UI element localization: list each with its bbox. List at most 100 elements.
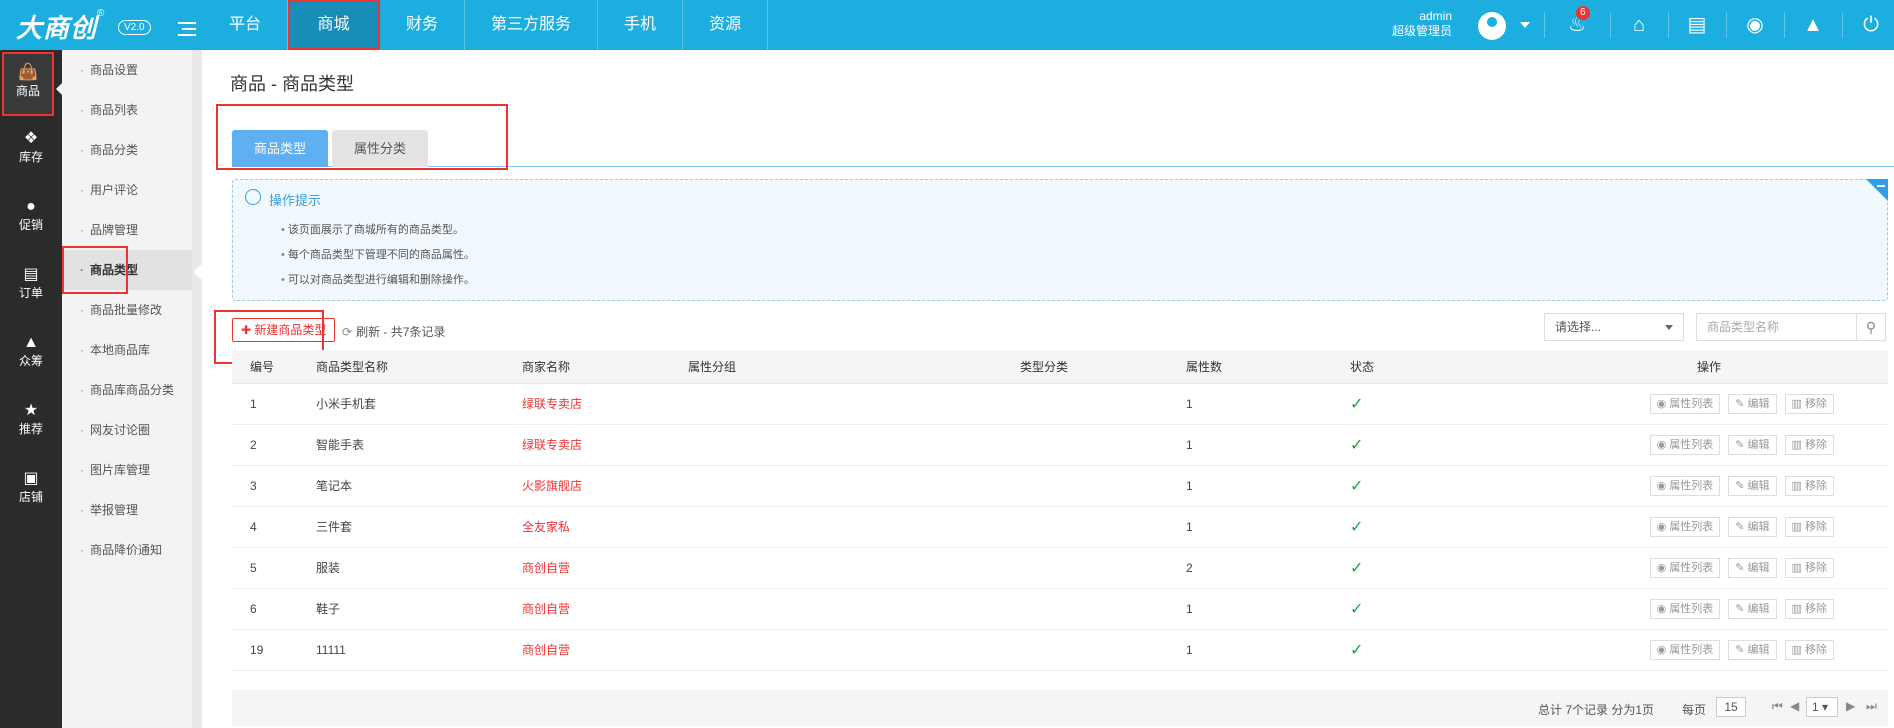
palette-icon[interactable]: ◉ [1742, 12, 1768, 38]
cell-actions: ◉ 属性列表 ✎ 编辑 ▥ 移除 [1530, 465, 1888, 507]
edit-button[interactable]: ✎ 编辑 [1728, 557, 1777, 578]
attribute-list-button[interactable]: ◉ 属性列表 [1649, 557, 1721, 578]
cell-shop-link[interactable]: 绿联专卖店 [522, 424, 688, 466]
top-nav-resources[interactable]: 资源 [683, 0, 769, 50]
cell-shop-link[interactable]: 全友家私 [522, 506, 688, 548]
cell-shop-link[interactable]: 火影旗舰店 [522, 465, 688, 507]
sidebar-item-library-category[interactable]: 商品库商品分类 [62, 370, 202, 410]
per-page-input[interactable]: 15 [1716, 697, 1746, 717]
logo[interactable]: 大商创® [16, 8, 105, 45]
highlight-box [216, 104, 508, 170]
page-select[interactable]: 1 ▾ [1806, 697, 1838, 717]
top-nav-mall[interactable]: 商城 [288, 0, 381, 50]
sidebar-item-local-library[interactable]: 本地商品库 [62, 330, 202, 370]
top-nav-third-party[interactable]: 第三方服务 [465, 0, 599, 50]
cell-shop-link[interactable]: 绿联专卖店 [522, 383, 688, 425]
version-badge: V2.0 [118, 20, 151, 35]
cell-id: 6 [232, 588, 316, 630]
remove-button[interactable]: ▥ 移除 [1784, 639, 1834, 660]
sidebar-item-goods-type[interactable]: 商品类型 [62, 246, 202, 294]
attribute-list-button[interactable]: ◉ 属性列表 [1649, 598, 1721, 619]
top-nav-finance[interactable]: 财务 [380, 0, 466, 50]
sidebar-item-goods-category[interactable]: 商品分类 [62, 130, 202, 170]
left-nav-promotion[interactable]: ● 促销 [0, 186, 62, 250]
prev-page-icon[interactable]: ◀ [1790, 699, 1799, 713]
attribute-list-button[interactable]: ◉ 属性列表 [1649, 393, 1721, 414]
sidebar-item-brand[interactable]: 品牌管理 [62, 210, 202, 250]
check-icon[interactable]: ✓ [1350, 478, 1363, 495]
last-page-icon[interactable]: ⏭ [1866, 699, 1877, 714]
edit-button[interactable]: ✎ 编辑 [1728, 639, 1777, 660]
check-icon[interactable]: ✓ [1350, 601, 1363, 618]
sidebar-item-batch-edit[interactable]: 商品批量修改 [62, 290, 202, 330]
check-icon[interactable]: ✓ [1350, 642, 1363, 659]
sidebar-item-discussion[interactable]: 网友讨论圈 [62, 410, 202, 450]
cell-type-category [1020, 424, 1186, 466]
remove-button[interactable]: ▥ 移除 [1784, 557, 1834, 578]
left-nav-orders[interactable]: ▤ 订单 [0, 254, 62, 318]
left-nav-store[interactable]: ▣ 店铺 [0, 458, 62, 522]
sidebar-gutter [192, 50, 202, 728]
search-input[interactable]: 商品类型名称 [1696, 313, 1858, 341]
check-icon[interactable]: ✓ [1350, 560, 1363, 577]
cell-shop-link[interactable]: 商创自营 [522, 588, 688, 630]
store-icon: ▣ [23, 470, 39, 487]
collapse-icon[interactable] [1866, 179, 1888, 201]
sidebar-item-gallery[interactable]: 图片库管理 [62, 450, 202, 490]
sidebar-item-goods-list[interactable]: 商品列表 [62, 90, 202, 130]
cell-shop-link[interactable]: 商创自营 [522, 547, 688, 589]
check-icon[interactable]: ✓ [1350, 519, 1363, 536]
table-row: 3 笔记本 火影旗舰店 1 ✓ ◉ 属性列表 ✎ 编辑 ▥ 移除 [232, 465, 1888, 507]
remove-button[interactable]: ▥ 移除 [1784, 393, 1834, 414]
check-icon[interactable]: ✓ [1350, 396, 1363, 413]
home-icon[interactable]: ⌂ [1626, 12, 1652, 38]
edit-button[interactable]: ✎ 编辑 [1728, 516, 1777, 537]
attribute-list-button[interactable]: ◉ 属性列表 [1649, 516, 1721, 537]
sidebar-item-goods-settings[interactable]: 商品设置 [62, 50, 202, 90]
attribute-list-button[interactable]: ◉ 属性列表 [1649, 475, 1721, 496]
chevron-down-icon[interactable] [1520, 22, 1530, 28]
sidebar-item-user-comments[interactable]: 用户评论 [62, 170, 202, 210]
remove-button[interactable]: ▥ 移除 [1784, 598, 1834, 619]
cell-shop-link[interactable]: 商创自营 [522, 629, 688, 671]
left-nav-goods[interactable]: 👜 商品 [2, 52, 54, 116]
user-info[interactable]: admin 超级管理员 [1392, 9, 1452, 39]
menu-toggle-icon[interactable] [178, 22, 196, 36]
cell-name: 服装 [316, 547, 522, 589]
sidebar-item-report[interactable]: 举报管理 [62, 490, 202, 530]
attribute-list-button[interactable]: ◉ 属性列表 [1649, 639, 1721, 660]
col-header-type-category: 类型分类 [1020, 350, 1186, 384]
broom-icon[interactable]: ▲ [1800, 12, 1826, 38]
power-icon[interactable]: ⏻ [1858, 12, 1884, 38]
edit-icon: ✎ [1735, 602, 1748, 615]
refresh-button[interactable]: ⟳ 刷新 - 共7条记录 [342, 323, 445, 340]
top-nav-mobile[interactable]: 手机 [598, 0, 684, 50]
attribute-list-button[interactable]: ◉ 属性列表 [1649, 434, 1721, 455]
filter-select[interactable]: 请选择... [1544, 313, 1684, 341]
cell-actions: ◉ 属性列表 ✎ 编辑 ▥ 移除 [1530, 383, 1888, 425]
remove-button[interactable]: ▥ 移除 [1784, 475, 1834, 496]
sidebar-item-price-drop[interactable]: 商品降价通知 [62, 530, 202, 570]
avatar[interactable] [1478, 12, 1506, 40]
left-nav-stock[interactable]: ❖ 库存 [0, 118, 62, 182]
edit-button[interactable]: ✎ 编辑 [1728, 475, 1777, 496]
edit-button[interactable]: ✎ 编辑 [1728, 598, 1777, 619]
trash-icon: ▥ [1791, 479, 1805, 492]
table-row: 5 服装 商创自营 2 ✓ ◉ 属性列表 ✎ 编辑 ▥ 移除 [232, 547, 1888, 589]
search-icon[interactable]: ⚲ [1856, 313, 1886, 341]
next-page-icon[interactable]: ▶ [1846, 699, 1855, 713]
highlight-box [62, 246, 128, 294]
edit-button[interactable]: ✎ 编辑 [1728, 434, 1777, 455]
first-page-icon[interactable]: ⏮ [1772, 699, 1783, 714]
left-nav-crowdfunding[interactable]: ▲ 众筹 [0, 322, 62, 386]
remove-button[interactable]: ▥ 移除 [1784, 516, 1834, 537]
top-nav: 平台 商城 财务 第三方服务 手机 资源 [203, 0, 769, 50]
check-icon[interactable]: ✓ [1350, 437, 1363, 454]
cell-attr-count: 1 [1186, 383, 1350, 425]
remove-button[interactable]: ▥ 移除 [1784, 434, 1834, 455]
user-role: 超级管理员 [1392, 24, 1453, 38]
top-nav-platform[interactable]: 平台 [203, 0, 289, 50]
sitemap-icon[interactable]: ▤ [1684, 12, 1710, 38]
edit-button[interactable]: ✎ 编辑 [1728, 393, 1777, 414]
left-nav-recommend[interactable]: ★ 推荐 [0, 390, 62, 454]
